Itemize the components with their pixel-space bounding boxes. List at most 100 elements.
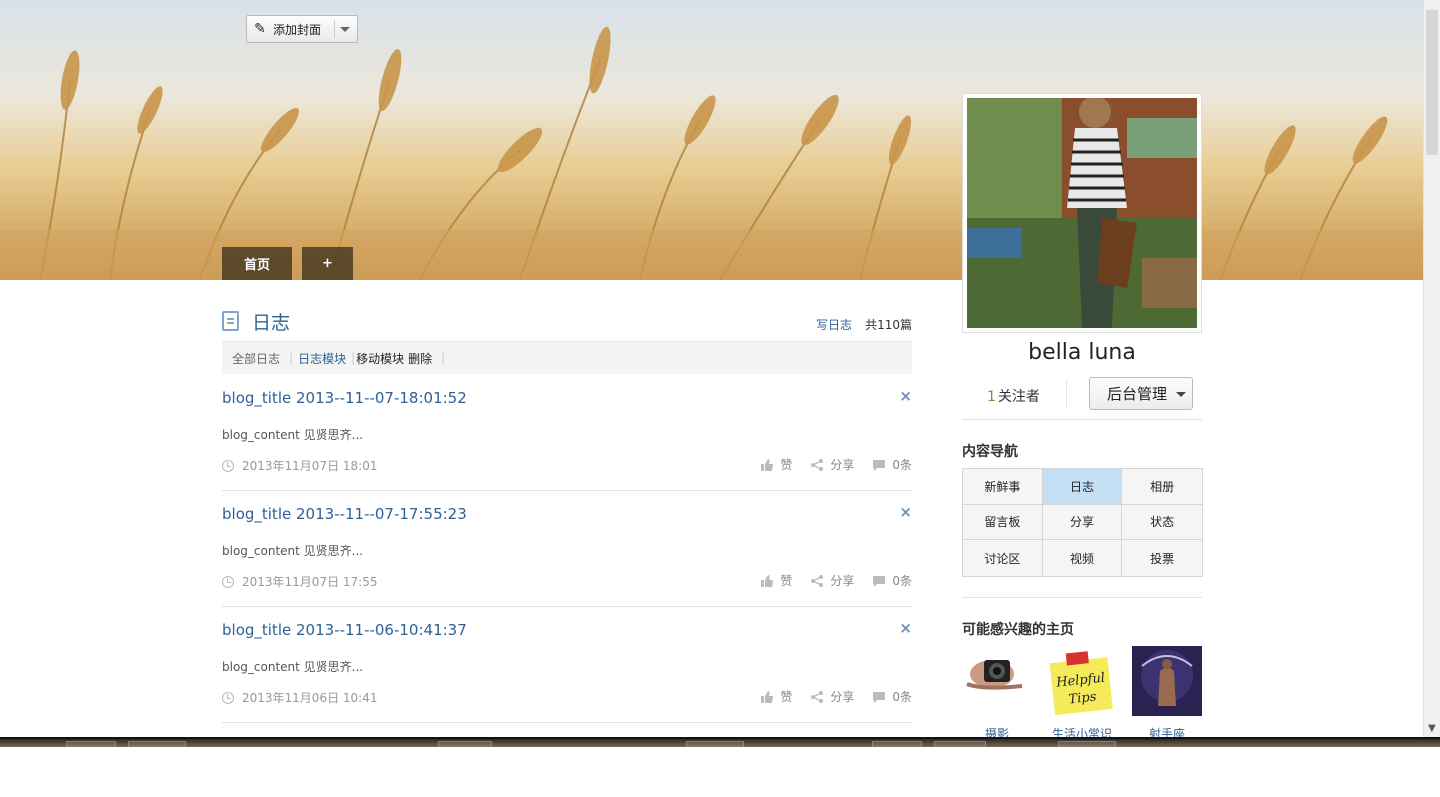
share-label: 分享 — [830, 458, 855, 472]
profile-photo — [967, 98, 1197, 328]
share-button[interactable]: 分享 — [810, 456, 854, 473]
nav-item-guestbook[interactable]: 留言板 — [963, 504, 1043, 541]
write-blog-link[interactable]: 写日志 — [816, 316, 852, 333]
post-time: 2013年11月06日 10:41 — [242, 691, 378, 705]
post-actions: 赞 分享 0条 — [742, 456, 912, 473]
nav-item-video[interactable]: 视频 — [1042, 540, 1123, 576]
scrollbar[interactable]: ▼ — [1423, 0, 1440, 737]
wheat-field-image — [0, 0, 1423, 280]
post-title-link[interactable]: blog_title 2013--11--07-18:01:52 — [222, 389, 467, 407]
camera-photographer-thumbnail — [962, 646, 1032, 716]
nav-item-news[interactable]: 新鲜事 — [963, 469, 1043, 505]
section-title: 日志 — [252, 312, 291, 334]
share-icon — [811, 574, 824, 587]
post-excerpt: blog_content 见贤思齐... — [222, 544, 364, 558]
like-button[interactable]: 赞 — [760, 456, 792, 473]
blog-post: blog_title 2013--11--07-18:01:52 × blog_… — [222, 375, 912, 491]
close-icon[interactable]: × — [899, 387, 912, 405]
comment-count: 0条 — [892, 690, 912, 704]
post-excerpt: blog_content 见贤思齐... — [222, 660, 364, 674]
content-nav-grid: 新鲜事 日志 相册 留言板 分享 状态 讨论区 视频 投票 — [962, 468, 1203, 577]
tab-home[interactable]: 首页 — [222, 247, 292, 280]
share-icon — [811, 458, 824, 471]
svg-text:Tips: Tips — [1068, 690, 1098, 708]
comment-icon — [873, 575, 886, 587]
comment-count: 0条 — [892, 574, 912, 588]
nav-item-blog[interactable]: 日志 — [1042, 469, 1123, 505]
delete-link[interactable]: 删除 — [408, 350, 432, 367]
post-actions: 赞 分享 0条 — [742, 572, 912, 589]
divider: | — [441, 351, 446, 365]
taskbar-button[interactable] — [1058, 741, 1116, 749]
recommend-item[interactable]: 射手座 — [1132, 646, 1202, 742]
comment-icon — [873, 459, 886, 471]
tab-add[interactable]: + — [302, 247, 353, 280]
chevron-down-icon[interactable] — [340, 27, 350, 32]
comment-button[interactable]: 0条 — [872, 456, 912, 473]
blog-post: blog_title 2013--11--07-17:55:23 × blog_… — [222, 491, 912, 607]
post-title-link[interactable]: blog_title 2013--11--06-10:41:37 — [222, 621, 467, 639]
close-icon[interactable]: × — [899, 619, 912, 637]
thumbs-up-icon — [761, 458, 774, 471]
total-count: 共110篇 — [865, 318, 912, 332]
helpful-tips-note-thumbnail: Helpful Tips — [1047, 646, 1117, 716]
taskbar-button[interactable] — [934, 741, 986, 749]
divider — [334, 20, 335, 38]
comment-button[interactable]: 0条 — [872, 688, 912, 705]
divider — [1066, 380, 1067, 408]
followers-link[interactable]: 1 关注者 — [987, 386, 1040, 406]
taskbar-button[interactable] — [686, 741, 744, 749]
admin-label: 后台管理 — [1107, 385, 1168, 403]
like-label: 赞 — [780, 690, 793, 704]
post-actions: 赞 分享 0条 — [742, 688, 912, 705]
nav-item-share[interactable]: 分享 — [1042, 504, 1123, 541]
recommend-item[interactable]: 摄影 — [962, 646, 1032, 742]
chevron-down-icon — [1176, 392, 1186, 397]
admin-menu-button[interactable]: 后台管理 — [1089, 377, 1193, 410]
post-excerpt: blog_content 见贤思齐... — [222, 428, 364, 442]
all-blogs-filter[interactable]: 全部日志 — [232, 350, 280, 367]
add-cover-label: 添加封面 — [273, 22, 322, 37]
thumbs-up-icon — [761, 574, 774, 587]
clock-icon — [222, 575, 234, 588]
nav-item-album[interactable]: 相册 — [1122, 469, 1202, 505]
nav-item-vote[interactable]: 投票 — [1122, 540, 1202, 576]
divider: | — [289, 351, 294, 365]
avatar[interactable] — [962, 93, 1202, 333]
clock-icon — [222, 459, 234, 472]
like-label: 赞 — [780, 458, 793, 472]
scroll-down-icon[interactable]: ▼ — [1428, 723, 1436, 734]
document-icon — [222, 311, 239, 331]
taskbar-button[interactable] — [438, 741, 492, 749]
share-button[interactable]: 分享 — [810, 572, 854, 589]
post-time: 2013年11月07日 17:55 — [242, 575, 378, 589]
followers-label: 关注者 — [997, 389, 1040, 405]
post-meta: 2013年11月06日 10:41 — [222, 689, 377, 706]
share-icon — [811, 690, 824, 703]
scrollbar-thumb[interactable] — [1426, 10, 1438, 155]
blog-toolbar: 全部日志 | 日志模块 | 移动模块 删除 | — [222, 341, 912, 374]
profile-name: bella luna — [1028, 340, 1136, 365]
like-button[interactable]: 赞 — [760, 572, 792, 589]
nav-item-forum[interactable]: 讨论区 — [963, 540, 1043, 576]
recommend-title: 可能感兴趣的主页 — [962, 622, 1074, 638]
taskbar-button[interactable] — [66, 741, 116, 749]
share-label: 分享 — [830, 690, 855, 704]
comment-button[interactable]: 0条 — [872, 572, 912, 589]
taskbar — [0, 737, 1440, 749]
share-button[interactable]: 分享 — [810, 688, 854, 705]
close-icon[interactable]: × — [899, 503, 912, 521]
post-title-link[interactable]: blog_title 2013--11--07-17:55:23 — [222, 505, 467, 523]
recommend-item[interactable]: Helpful Tips 生活小常识 — [1047, 646, 1117, 742]
blog-module-link[interactable]: 日志模块 — [298, 350, 346, 367]
taskbar-button[interactable] — [128, 741, 186, 749]
taskbar-button[interactable] — [872, 741, 922, 749]
nav-item-status[interactable]: 状态 — [1122, 504, 1202, 541]
like-button[interactable]: 赞 — [760, 688, 792, 705]
post-meta: 2013年11月07日 17:55 — [222, 573, 377, 590]
post-meta: 2013年11月07日 18:01 — [222, 457, 377, 474]
pencil-icon: ✎ — [254, 21, 266, 37]
add-cover-button[interactable]: ✎ 添加封面 — [246, 15, 358, 43]
sagittarius-archer-thumbnail — [1132, 646, 1202, 716]
move-module-link[interactable]: 移动模块 — [356, 350, 404, 367]
